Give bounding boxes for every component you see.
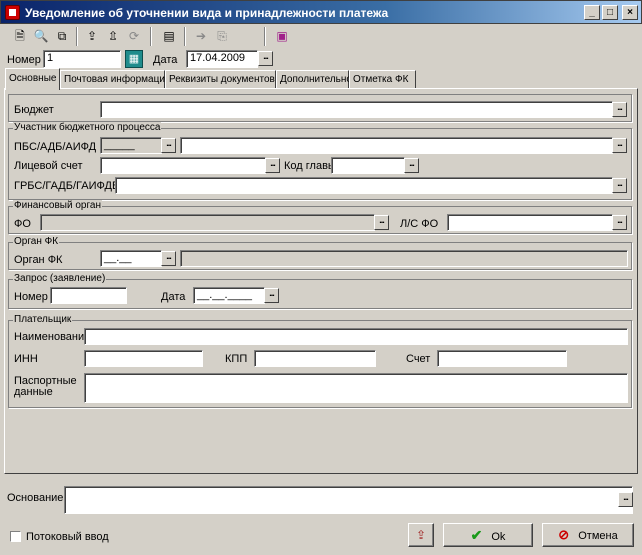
account-lookup-button[interactable]: ... (265, 158, 280, 173)
pbs-code-field[interactable]: _____ (100, 137, 162, 154)
number-label: Номер (7, 54, 41, 66)
document-icon[interactable]: ▤ (159, 27, 179, 46)
stream-input-checkbox[interactable] (10, 531, 21, 542)
budget-label: Бюджет (14, 104, 54, 116)
ls-fo-lookup-button[interactable]: ... (612, 215, 627, 230)
grbs-label: ГРБС/ГАДБ/ГАИФДБ (14, 180, 120, 192)
toolbar-separator (76, 27, 78, 46)
fk-code-field[interactable]: __.__ (100, 250, 162, 267)
date-picker-button[interactable]: ... (258, 51, 273, 66)
fo-lookup-button[interactable]: ... (374, 215, 389, 230)
fo-field[interactable] (40, 214, 375, 231)
date-field[interactable]: 17.04.2009 (186, 50, 258, 68)
kpp-label: КПП (225, 353, 248, 365)
forward-icon[interactable]: ➔ (191, 27, 211, 46)
maximize-button[interactable]: □ (602, 5, 618, 20)
save-icon[interactable]: 🗎 (10, 27, 30, 46)
ok-button[interactable]: ✔ Ok (443, 523, 533, 547)
grbs-lookup-button[interactable]: ... (612, 178, 627, 193)
import-icon[interactable]: ⇪ (82, 27, 102, 46)
cancel-label: Отмена (578, 530, 618, 542)
budget-field[interactable] (100, 101, 613, 118)
export-icon: ⇪ (415, 528, 427, 542)
request-number-field[interactable] (50, 287, 127, 304)
participant-title: Участник бюджетного процесса (13, 122, 162, 133)
app-icon (5, 5, 20, 20)
request-date-picker-button[interactable]: ... (264, 288, 279, 303)
cancel-icon: ⊘ (558, 527, 570, 542)
refresh-icon[interactable]: ⟳ (124, 27, 144, 46)
request-date-label: Дата (161, 291, 186, 303)
chapter-lookup-button[interactable]: ... (404, 158, 419, 173)
window-title: Уведомление об уточнении вида и принадле… (25, 6, 389, 20)
account-field[interactable] (100, 157, 266, 174)
grbs-field[interactable] (115, 177, 613, 194)
tab-post-info[interactable]: Почтовая информация (60, 70, 170, 89)
passport-field[interactable] (84, 373, 628, 403)
preview-icon[interactable]: 🔍 (31, 27, 51, 46)
attach-icon[interactable]: ⎘ (212, 27, 232, 46)
ls-fo-label: Л/С ФО (400, 218, 439, 230)
export-button[interactable]: ⇪ (408, 523, 434, 547)
cancel-button[interactable]: ⊘ Отмена (542, 523, 634, 547)
chapter-field[interactable] (331, 157, 405, 174)
pbs-lookup-button[interactable]: ... (161, 138, 176, 153)
payer-account-label: Счет (406, 353, 431, 365)
kpp-field[interactable] (254, 350, 376, 367)
fo-label: ФО (14, 218, 31, 230)
toolbar-separator (150, 27, 152, 46)
checkmark-icon: ✔ (470, 527, 483, 543)
minimize-button[interactable]: _ (584, 5, 600, 20)
toolbar-separator (184, 27, 186, 46)
chapter-label: Код главы (284, 160, 336, 172)
basis-label: Основание (7, 492, 64, 504)
basis-field[interactable] (64, 486, 633, 514)
number-field[interactable]: 1 (43, 50, 121, 68)
stream-input-label: Потоковый ввод (26, 531, 109, 543)
pbs-name-field[interactable] (180, 137, 613, 154)
budget-lookup-button[interactable]: ... (612, 102, 627, 117)
fk-title: Орган ФК (13, 236, 60, 247)
request-number-label: Номер (14, 291, 48, 303)
inn-label: ИНН (14, 353, 38, 365)
request-date-field[interactable]: __.__.____ (193, 287, 265, 304)
ok-label: Ok (491, 531, 506, 543)
copy-icon[interactable]: ⧉ (52, 27, 72, 46)
payer-title: Плательщик (13, 314, 73, 325)
pbs-name-lookup-button[interactable]: ... (612, 138, 627, 153)
export-icon[interactable]: ⇫ (103, 27, 123, 46)
fin-org-title: Финансовый орган (13, 200, 102, 211)
account-label: Лицевой счет (14, 160, 83, 172)
ls-fo-field[interactable] (447, 214, 613, 231)
tab-fk-mark[interactable]: Отметка ФК (349, 70, 416, 89)
pbs-label: ПБС/АДБ/АИФД (14, 141, 97, 153)
tab-main[interactable]: Основные (5, 68, 60, 90)
calculator-icon[interactable]: ▦ (125, 50, 143, 68)
request-title: Запрос (заявление) (13, 273, 107, 284)
fk-label: Орган ФК (14, 254, 63, 266)
fk-name-field[interactable] (180, 250, 628, 267)
payer-name-label: Наименование (14, 331, 91, 343)
tab-additional[interactable]: Дополнительно (276, 70, 352, 89)
passport-label-line2: данные (14, 386, 53, 398)
title-bar[interactable]: Уведомление об уточнении вида и принадле… (0, 0, 642, 24)
fk-lookup-button[interactable]: ... (161, 251, 176, 266)
basis-lookup-button[interactable]: ... (618, 492, 633, 507)
payer-name-field[interactable] (84, 328, 628, 345)
tab-doc-details[interactable]: Реквизиты документов (165, 70, 276, 89)
close-button[interactable]: × (622, 5, 638, 20)
payer-account-field[interactable] (437, 350, 567, 367)
inn-field[interactable] (84, 350, 203, 367)
toolbar-separator (264, 27, 266, 46)
book-icon[interactable]: ▣ (272, 27, 292, 46)
date-label: Дата (153, 54, 178, 66)
